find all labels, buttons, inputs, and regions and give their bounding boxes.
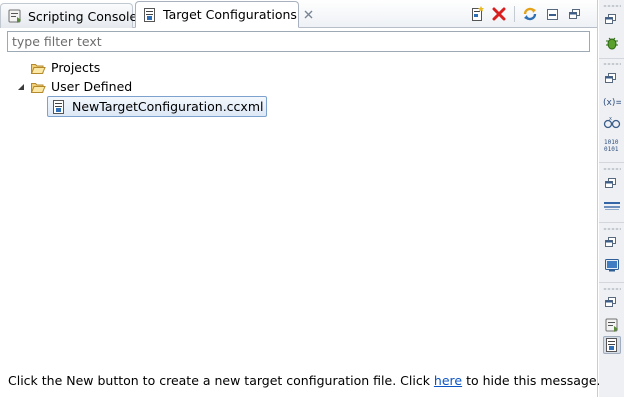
trim-grip[interactable]: [603, 288, 621, 290]
close-tab-icon[interactable]: [304, 9, 313, 21]
trim-grip[interactable]: [603, 63, 621, 65]
debug-bug-icon[interactable]: [603, 34, 621, 52]
view-tab-bar: Scripting Console Target Configurations: [0, 0, 597, 28]
variables-icon[interactable]: (x)=: [603, 92, 621, 110]
folder-open-icon: [30, 60, 46, 76]
restore-icon[interactable]: [605, 178, 617, 189]
tree-item-label: User Defined: [51, 79, 133, 94]
tree-item-label: NewTargetConfiguration.ccxml: [72, 99, 264, 114]
svg-text:0101: 0101: [604, 146, 619, 153]
trim-grip[interactable]: [603, 168, 621, 170]
outline-icon[interactable]: [603, 197, 621, 215]
tab-label: Scripting Console: [28, 8, 138, 24]
target-config-icon: [142, 7, 158, 23]
trim-divider: [599, 162, 624, 163]
trim-grip[interactable]: [603, 5, 621, 7]
ccxml-file-icon: [51, 99, 67, 115]
memory-browser-icon[interactable]: 1010 0101: [603, 136, 621, 154]
delete-icon[interactable]: [490, 5, 508, 23]
tab-target-configurations[interactable]: Target Configurations: [135, 1, 313, 28]
tab-scripting-console[interactable]: Scripting Console: [0, 3, 137, 28]
hide-message-link[interactable]: here: [434, 373, 462, 388]
tab-label: Target Configurations: [163, 7, 297, 22]
expressions-icon[interactable]: x: [603, 114, 621, 132]
scripting-console-icon: [7, 8, 23, 24]
scripting-console-icon[interactable]: [603, 316, 621, 334]
console-icon[interactable]: [603, 256, 621, 274]
tree-item-ccxml-file[interactable]: NewTargetConfiguration.ccxml: [47, 96, 268, 117]
folder-open-icon: [30, 79, 46, 95]
restore-icon[interactable]: [605, 73, 617, 84]
message-text-end: to hide this message.: [462, 373, 601, 388]
tree-item-projects[interactable]: Projects: [30, 58, 100, 77]
restore-icon[interactable]: [605, 237, 617, 248]
tree-item-label: Projects: [51, 60, 101, 75]
filter-input[interactable]: [7, 31, 590, 52]
maximize-icon[interactable]: [565, 5, 583, 23]
link-sync-icon[interactable]: [521, 5, 539, 23]
minimize-icon[interactable]: [543, 5, 561, 23]
svg-text:1010: 1010: [604, 139, 619, 146]
tree-item-user-defined[interactable]: User Defined: [16, 77, 132, 96]
svg-text:(x)=: (x)=: [603, 98, 621, 108]
svg-text:x: x: [609, 116, 612, 122]
trim-divider: [599, 58, 624, 59]
target-config-icon[interactable]: [603, 336, 621, 354]
view-toolbar: [468, 4, 583, 24]
trim-divider: [599, 222, 624, 223]
message-text: Click the New button to create a new tar…: [8, 373, 434, 388]
trim-stack: (x)= x 1010 0101: [599, 0, 624, 397]
trim-divider: [599, 282, 624, 283]
restore-icon[interactable]: [605, 297, 617, 308]
expanded-arrow-icon[interactable]: [16, 82, 26, 92]
toolbar-separator: [514, 6, 515, 22]
trim-grip[interactable]: [603, 228, 621, 230]
info-message: Click the New button to create a new tar…: [8, 373, 601, 388]
new-target-config-icon[interactable]: [468, 5, 486, 23]
target-configurations-view: Scripting Console Target Configurations: [0, 0, 601, 397]
restore-icon[interactable]: [605, 14, 617, 25]
